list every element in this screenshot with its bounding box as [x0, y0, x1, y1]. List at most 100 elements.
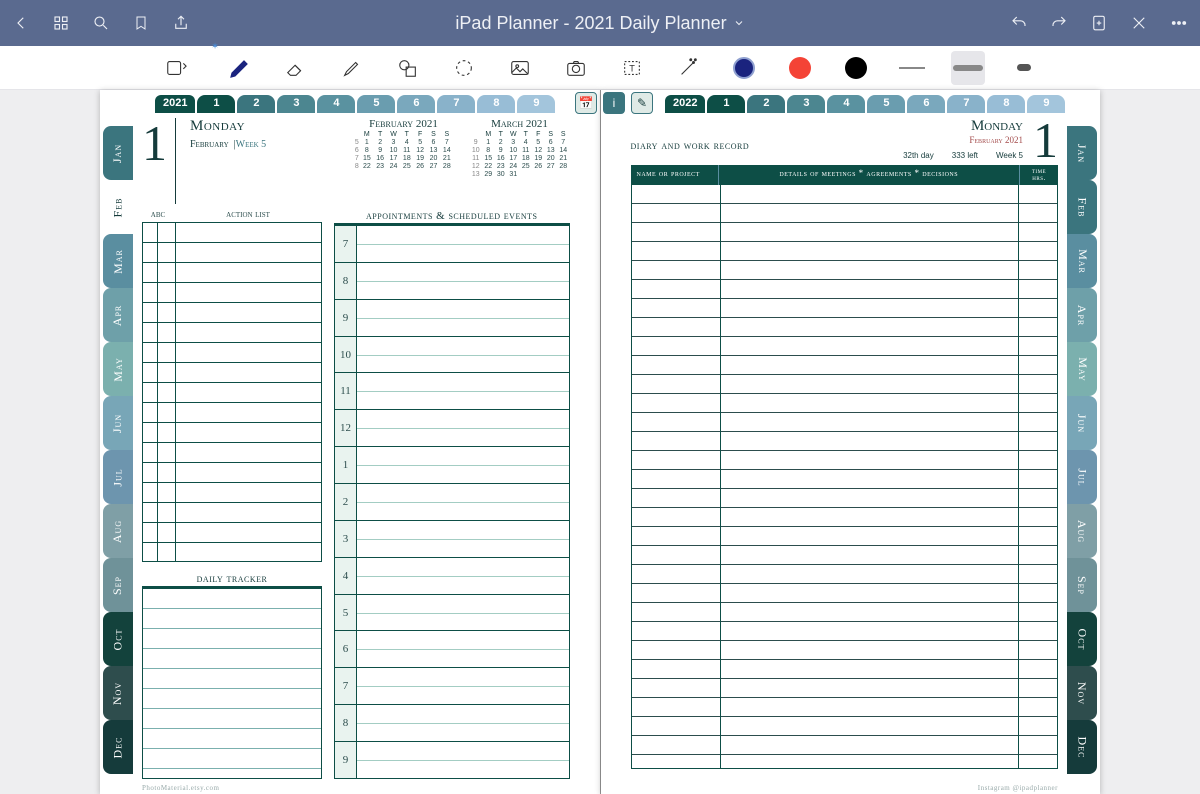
- month-tab-mar[interactable]: Mar: [103, 234, 133, 288]
- month-tab-nov[interactable]: Nov: [1067, 666, 1097, 720]
- hour-row[interactable]: 6: [335, 631, 569, 668]
- lasso-tool-icon[interactable]: [447, 51, 481, 85]
- stroke-thin[interactable]: [895, 51, 929, 85]
- week-tab-2[interactable]: 2: [747, 95, 785, 113]
- mini-calendar[interactable]: February 2021MTWTFSS51234567689101112131…: [354, 118, 454, 204]
- calendar-icon[interactable]: 📅: [575, 92, 597, 114]
- hour-row[interactable]: 3: [335, 521, 569, 558]
- month-tab-dec[interactable]: Dec: [103, 720, 133, 774]
- hour-row[interactable]: 8: [335, 263, 569, 300]
- week-tab-4[interactable]: 4: [827, 95, 865, 113]
- week-tab-8[interactable]: 8: [987, 95, 1025, 113]
- daily-tracker-title: daily tracker: [142, 570, 322, 588]
- month-tab-sep[interactable]: Sep: [1067, 558, 1097, 612]
- stroke-dot[interactable]: [1007, 51, 1041, 85]
- week-tab-7[interactable]: 7: [437, 95, 475, 113]
- hour-row[interactable]: 11: [335, 373, 569, 410]
- week-tab-3[interactable]: 3: [277, 95, 315, 113]
- month-tab-jan[interactable]: Jan: [103, 126, 133, 180]
- week-tab-6[interactable]: 6: [907, 95, 945, 113]
- share-icon[interactable]: [170, 12, 192, 34]
- week-tab-9[interactable]: 9: [1027, 95, 1065, 113]
- week-tab-5[interactable]: 5: [357, 95, 395, 113]
- color-black[interactable]: [839, 51, 873, 85]
- month-week-label: February |Week 5: [190, 139, 266, 150]
- back-icon[interactable]: [10, 12, 32, 34]
- undo-icon[interactable]: [1008, 12, 1030, 34]
- year-tab-2022[interactable]: 2022: [665, 95, 705, 113]
- month-tab-mar[interactable]: Mar: [1067, 234, 1097, 288]
- hour-row[interactable]: 5: [335, 595, 569, 632]
- daily-tracker-section: daily tracker: [142, 570, 322, 779]
- add-page-icon[interactable]: [1088, 12, 1110, 34]
- color-navy[interactable]: [727, 51, 761, 85]
- month-tab-feb[interactable]: Feb: [1067, 180, 1097, 234]
- document-title[interactable]: iPad Planner - 2021 Daily Planner: [455, 13, 744, 34]
- month-tab-nov[interactable]: Nov: [103, 666, 133, 720]
- month-tab-jan[interactable]: Jan: [1067, 126, 1097, 180]
- month-tab-jul[interactable]: Jul: [1067, 450, 1097, 504]
- month-tab-oct[interactable]: Oct: [103, 612, 133, 666]
- week-tab-4[interactable]: 4: [317, 95, 355, 113]
- hour-row[interactable]: 2: [335, 484, 569, 521]
- search-icon[interactable]: [90, 12, 112, 34]
- hour-row[interactable]: 7: [335, 668, 569, 705]
- week-tab-6[interactable]: 6: [397, 95, 435, 113]
- record-grid[interactable]: [631, 185, 1059, 769]
- hour-row[interactable]: 12: [335, 410, 569, 447]
- week-tab-1[interactable]: 1: [197, 95, 235, 113]
- color-red[interactable]: [783, 51, 817, 85]
- action-list-rows[interactable]: [142, 223, 322, 562]
- hour-row[interactable]: 7: [335, 226, 569, 263]
- redo-icon[interactable]: [1048, 12, 1070, 34]
- canvas[interactable]: 2021 123456789 📅 i ✎ 2022 123456789 JanF…: [0, 90, 1200, 794]
- hour-row[interactable]: 10: [335, 337, 569, 374]
- month-tab-sep[interactable]: Sep: [103, 558, 133, 612]
- month-tab-jul[interactable]: Jul: [103, 450, 133, 504]
- hour-row[interactable]: 8: [335, 705, 569, 742]
- month-tab-apr[interactable]: Apr: [1067, 288, 1097, 342]
- appointment-grid[interactable]: 789101112123456789: [334, 225, 570, 779]
- month-tab-apr[interactable]: Apr: [103, 288, 133, 342]
- year-tab-2021[interactable]: 2021: [155, 95, 195, 113]
- hand-tool-icon[interactable]: [159, 51, 193, 85]
- daily-tracker-rows[interactable]: [142, 588, 322, 779]
- hour-row[interactable]: 4: [335, 558, 569, 595]
- week-tab-2[interactable]: 2: [237, 95, 275, 113]
- month-tab-may[interactable]: May: [1067, 342, 1097, 396]
- month-tab-oct[interactable]: Oct: [1067, 612, 1097, 666]
- highlighter-tool-icon[interactable]: [335, 51, 369, 85]
- notes-icon[interactable]: ✎: [631, 92, 653, 114]
- hour-row[interactable]: 9: [335, 742, 569, 778]
- pen-tool-icon[interactable]: [223, 51, 257, 85]
- shapes-tool-icon[interactable]: [391, 51, 425, 85]
- camera-tool-icon[interactable]: [559, 51, 593, 85]
- more-icon[interactable]: [1168, 12, 1190, 34]
- text-tool-icon[interactable]: T: [615, 51, 649, 85]
- bookmark-icon[interactable]: [130, 12, 152, 34]
- week-tab-3[interactable]: 3: [787, 95, 825, 113]
- month-tab-feb[interactable]: Feb: [103, 180, 133, 234]
- image-tool-icon[interactable]: [503, 51, 537, 85]
- month-tab-jun[interactable]: Jun: [103, 396, 133, 450]
- week-tab-1[interactable]: 1: [707, 95, 745, 113]
- month-tab-may[interactable]: May: [103, 342, 133, 396]
- month-tab-jun[interactable]: Jun: [1067, 396, 1097, 450]
- week-tab-8[interactable]: 8: [477, 95, 515, 113]
- mini-calendar[interactable]: March 2021MTWTFSS91234567108910111213141…: [470, 118, 570, 204]
- week-tab-9[interactable]: 9: [517, 95, 555, 113]
- stroke-medium[interactable]: [951, 51, 985, 85]
- month-tab-aug[interactable]: Aug: [103, 504, 133, 558]
- month-tab-aug[interactable]: Aug: [1067, 504, 1097, 558]
- grid-icon[interactable]: [50, 12, 72, 34]
- col-time: time hrs.: [1020, 165, 1058, 185]
- hour-row[interactable]: 9: [335, 300, 569, 337]
- eraser-tool-icon[interactable]: [279, 51, 313, 85]
- magic-tool-icon[interactable]: [671, 51, 705, 85]
- month-tab-dec[interactable]: Dec: [1067, 720, 1097, 774]
- close-icon[interactable]: [1128, 12, 1150, 34]
- hour-row[interactable]: 1: [335, 447, 569, 484]
- week-tab-7[interactable]: 7: [947, 95, 985, 113]
- week-tab-5[interactable]: 5: [867, 95, 905, 113]
- info-icon[interactable]: i: [603, 92, 625, 114]
